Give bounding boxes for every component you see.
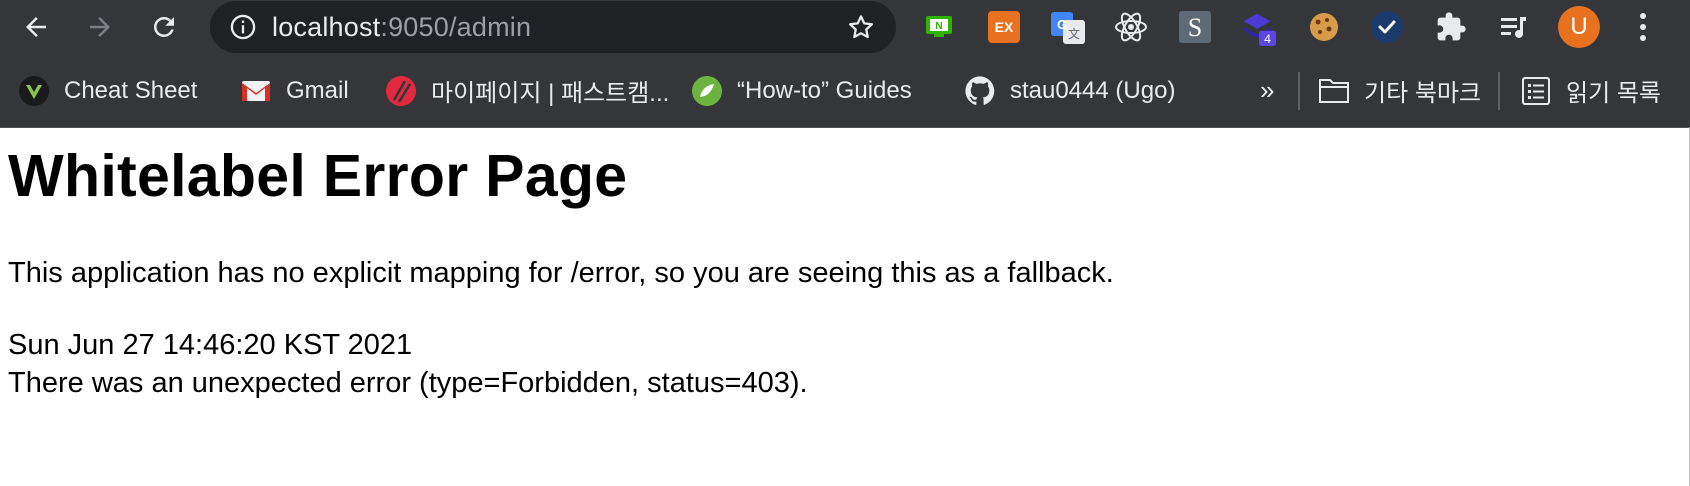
bookmark-star-icon[interactable] — [846, 12, 876, 46]
avatar-letter: U — [1558, 6, 1600, 48]
url-text: localhost:9050/admin — [272, 12, 531, 43]
forward-button[interactable] — [75, 2, 125, 52]
bookmark-label: 마이페이지 | 패스트캠... — [431, 80, 670, 107]
fastcampus-icon — [385, 75, 417, 107]
error-status: There was an unexpected error (type=Forb… — [8, 367, 808, 399]
bookmark-fastcampus[interactable]: 마이페이지 | 패스트캠... — [385, 54, 669, 127]
extensions-puzzle-icon[interactable] — [1432, 8, 1470, 46]
page-content: Whitelabel Error Page This application h… — [8, 127, 1678, 402]
github-icon — [964, 75, 996, 107]
more-menu-icon[interactable] — [1624, 8, 1662, 46]
check-extension-icon[interactable] — [1368, 8, 1406, 46]
bookmark-label: Cheat Sheet — [64, 76, 198, 104]
reload-button[interactable] — [139, 2, 189, 52]
reading-list-label: 읽기 목록 — [1566, 80, 1661, 107]
bookmarks-overflow-button[interactable]: » — [1260, 54, 1274, 127]
naver-extension-icon[interactable]: N — [920, 8, 958, 46]
bookmark-label: stau0444 (Ugo) — [1010, 76, 1176, 104]
folder-icon — [1318, 75, 1350, 107]
ex-extension-icon[interactable]: EX — [985, 8, 1023, 46]
reload-icon — [154, 17, 174, 37]
arrow-left-icon — [26, 17, 46, 37]
bookmark-label: “How-to” Guides — [737, 76, 912, 104]
profile-avatar[interactable]: U — [1558, 6, 1600, 48]
vuetify-icon — [18, 75, 50, 107]
svg-text:文: 文 — [1068, 26, 1080, 41]
svg-text:S: S — [1188, 13, 1202, 42]
bookmark-gmail[interactable]: Gmail — [240, 54, 349, 127]
other-bookmarks-label: 기타 북마크 — [1364, 80, 1482, 107]
back-button[interactable] — [11, 2, 61, 52]
other-bookmarks-folder[interactable]: 기타 북마크 — [1318, 54, 1481, 127]
error-details: Sun Jun 27 14:46:20 KST 2021 There was a… — [8, 326, 1678, 402]
address-bar[interactable]: localhost:9050/admin — [210, 1, 896, 53]
error-message: This application has no explicit mapping… — [8, 257, 1114, 289]
svg-text:N: N — [935, 21, 942, 32]
bookmarks-separator — [1298, 72, 1300, 110]
url-host: localhost — [272, 11, 381, 42]
cookie-extension-icon[interactable] — [1305, 8, 1343, 46]
react-devtools-icon[interactable] — [1112, 8, 1150, 46]
extension-badge-count: 4 — [1264, 32, 1271, 46]
s-extension-icon[interactable]: S — [1176, 8, 1214, 46]
page-title: Whitelabel Error Page — [8, 143, 628, 209]
reading-list-icon — [1520, 75, 1552, 107]
bookmarks-separator — [1498, 72, 1500, 110]
media-queue-icon[interactable] — [1495, 8, 1533, 46]
svg-text:G: G — [1057, 17, 1067, 32]
bookmark-github[interactable]: stau0444 (Ugo) — [964, 54, 1175, 127]
bookmarks-bar: Cheat Sheet Gmail 마이페이지 | 패스트캠... “How-t… — [0, 54, 1690, 128]
bookmark-label: Gmail — [286, 76, 349, 104]
google-translate-icon[interactable]: G文 — [1049, 8, 1087, 46]
error-timestamp: Sun Jun 27 14:46:20 KST 2021 — [8, 329, 413, 361]
stack-extension-icon[interactable]: 4 — [1240, 8, 1278, 46]
url-path: :9050/admin — [380, 11, 532, 42]
bookmark-cheat-sheet[interactable]: Cheat Sheet — [18, 54, 197, 127]
browser-toolbar: localhost:9050/admin N EX G文 S 4 U — [0, 0, 1690, 54]
overflow-chevron-icon: » — [1260, 75, 1275, 105]
svg-text:EX: EX — [995, 19, 1014, 35]
gmail-icon — [240, 75, 272, 107]
reading-list-button[interactable]: 읽기 목록 — [1520, 54, 1661, 127]
spring-leaf-icon — [691, 75, 723, 107]
bookmark-how-to-guides[interactable]: “How-to” Guides — [691, 54, 912, 127]
info-icon[interactable] — [228, 12, 258, 42]
arrow-right-icon — [90, 17, 110, 37]
